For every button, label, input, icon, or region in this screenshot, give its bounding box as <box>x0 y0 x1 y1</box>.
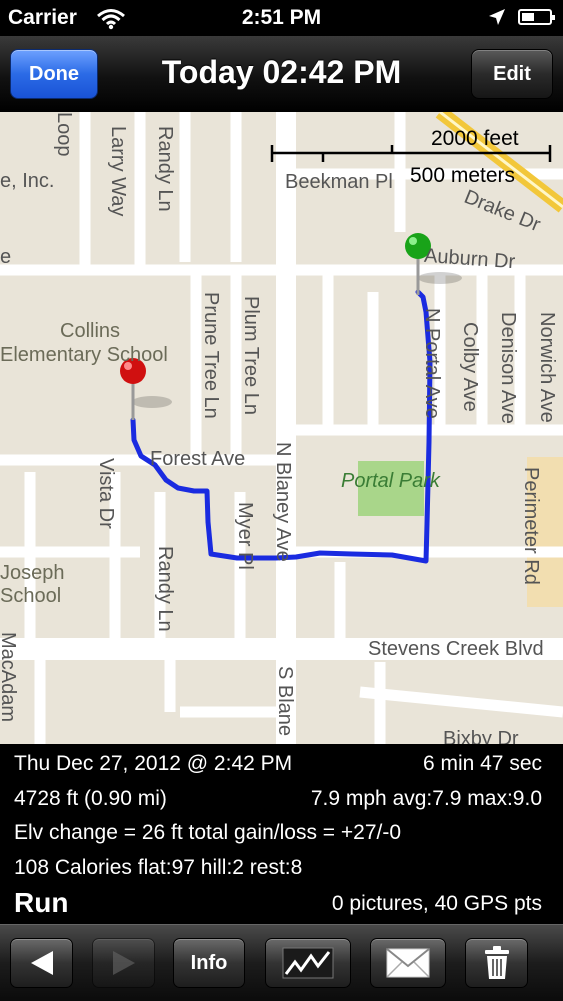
street-label: S Blane <box>274 666 296 737</box>
poi-label: Collins <box>60 320 121 342</box>
delete-button[interactable] <box>465 938 528 988</box>
street-label: N Blaney Ave <box>272 442 294 562</box>
street-label: Plum Tree Ln <box>240 296 262 415</box>
scale-meters-label: 500 meters <box>410 164 516 187</box>
location-arrow-icon <box>489 9 505 25</box>
status-time: 2:51 PM <box>241 6 322 29</box>
calories-text: 108 Calories flat:97 hill:2 rest:8 <box>14 856 303 879</box>
park-label: Portal Park <box>341 470 440 492</box>
activity-type: Run <box>14 887 69 918</box>
chart-button[interactable] <box>265 938 351 988</box>
date-text: Thu Dec 27, 2012 @ 2:42 PM <box>14 752 293 775</box>
elevation-text: Elv change = 26 ft total gain/loss = +27… <box>14 821 402 844</box>
trash-icon <box>484 946 509 979</box>
run-summary-panel: Thu Dec 27, 2012 @ 2:42 PM 6 min 47 sec … <box>0 744 563 924</box>
street-label: N Portal Ave <box>421 308 443 419</box>
street-label: Randy Ln <box>154 546 176 632</box>
distance-text: 4728 ft (0.90 mi) <box>14 787 167 810</box>
route-map[interactable]: 2000 feet 500 meters Loop e, Inc. e Larr… <box>0 112 563 744</box>
envelope-icon <box>386 948 430 978</box>
street-label: Beekman Pl <box>285 171 393 193</box>
street-label: Loop <box>53 112 75 157</box>
street-label: Denison Ave <box>497 312 519 424</box>
line-chart-icon <box>282 947 334 979</box>
street-label: Perimeter Rd <box>520 467 542 585</box>
street-label: Colby Ave <box>459 322 481 412</box>
street-label: Randy Ln <box>154 126 176 212</box>
right-arrow-icon <box>112 951 135 975</box>
scale-feet-label: 2000 feet <box>431 127 519 150</box>
street-label: MacAdam <box>0 632 19 723</box>
street-label: Vista Dr <box>95 458 117 529</box>
bottom-toolbar: Info <box>0 924 563 1001</box>
navigation-bar: Done Today 02:42 PM Edit <box>0 36 563 113</box>
poi-label: Joseph <box>0 562 65 584</box>
counts-text: 0 pictures, 40 GPS pts <box>331 892 542 915</box>
street-label: Forest Ave <box>150 448 246 470</box>
poi-label: School <box>0 585 62 607</box>
street-label: Stevens Creek Blvd <box>368 638 544 660</box>
street-label: Myer Pl <box>234 502 256 570</box>
status-bar: Carrier 2:51 PM <box>0 0 563 36</box>
street-label: Bixby Dr <box>443 728 519 744</box>
end-pin[interactable] <box>120 358 172 420</box>
street-label: Larry Way <box>107 126 129 217</box>
speed-text: 7.9 mph avg:7.9 max:9.0 <box>310 787 542 810</box>
info-button[interactable]: Info <box>173 938 245 988</box>
battery-icon <box>518 9 555 25</box>
poi-label: e <box>0 246 12 268</box>
poi-label: e, Inc. <box>0 170 55 192</box>
street-label: Prune Tree Ln <box>200 292 222 419</box>
duration-text: 6 min 47 sec <box>422 752 542 775</box>
street-label: Norwich Ave <box>536 312 558 423</box>
next-button[interactable] <box>92 938 155 988</box>
previous-button[interactable] <box>10 938 73 988</box>
left-arrow-icon <box>30 951 53 975</box>
poi-label: Elementary School <box>0 344 168 366</box>
info-button-label: Info <box>190 951 228 974</box>
edit-button[interactable]: Edit <box>471 49 553 99</box>
email-button[interactable] <box>370 938 446 988</box>
